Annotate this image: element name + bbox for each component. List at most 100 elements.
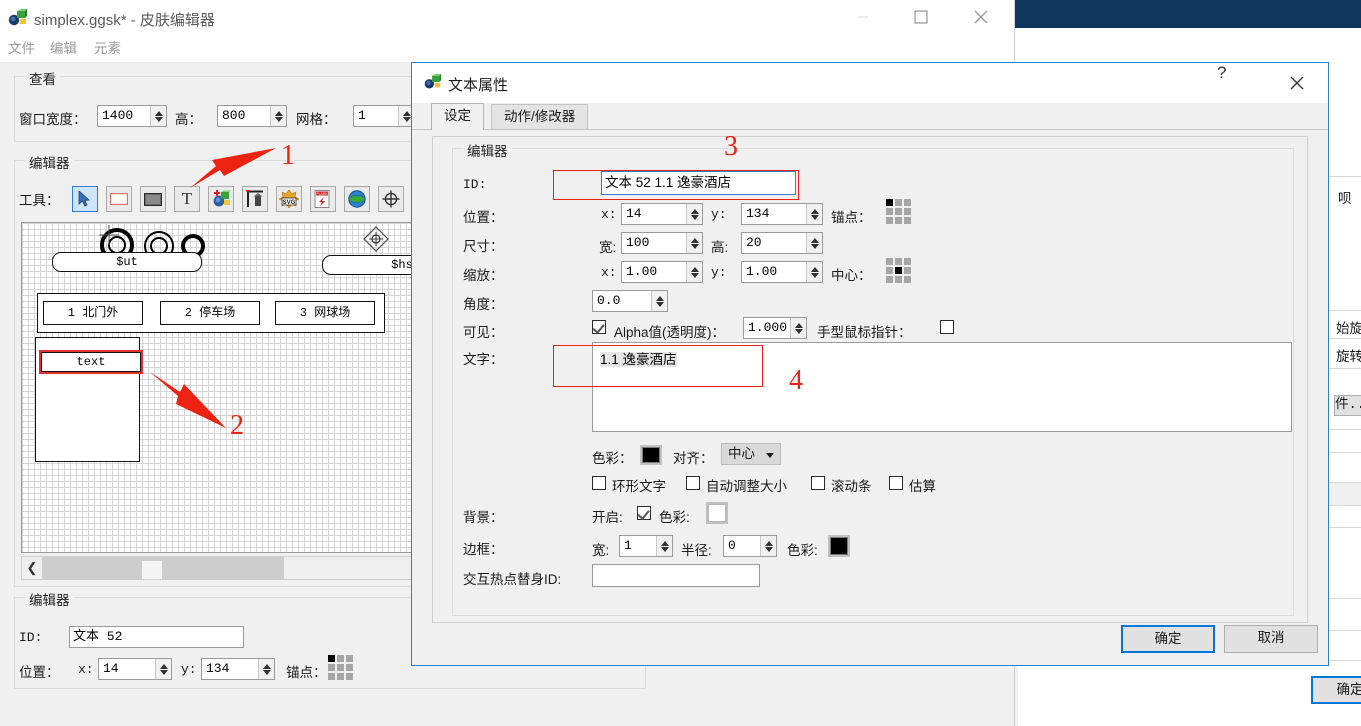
bottom-y-spinner[interactable]: 134 [201, 658, 275, 680]
dialog-scrollbar-checkbox[interactable] [811, 476, 825, 490]
view-height-stepper[interactable] [270, 106, 286, 126]
menu-item-file[interactable]: 文件 [2, 39, 41, 59]
menu-item-element[interactable]: 元素 [88, 39, 127, 59]
dialog-anchor-cell-4[interactable] [895, 208, 902, 215]
dialog-visible-checkbox[interactable] [592, 320, 606, 334]
select-arrow-tool[interactable] [72, 186, 98, 212]
hotspot-tool[interactable] [242, 186, 268, 212]
dialog-anchor-cell-0[interactable] [886, 199, 893, 206]
dialog-anchor-cell-7[interactable] [895, 217, 902, 224]
dialog-cancel-button[interactable]: 取消 [1224, 625, 1318, 653]
window-width-spinner[interactable]: 1400 [97, 105, 167, 127]
dialog-angle-spinner[interactable]: 0.0 [592, 290, 668, 312]
dialog-bg-enable-checkbox[interactable] [637, 506, 651, 520]
dialog-ok-button[interactable]: 确定 [1121, 625, 1215, 653]
add-image-tool[interactable] [208, 186, 234, 212]
target-tool[interactable] [378, 186, 404, 212]
dialog-width-stepper[interactable] [686, 233, 702, 253]
dialog-hand-cursor-checkbox[interactable] [940, 320, 954, 334]
menu-item-edit[interactable]: 编辑 [44, 39, 83, 59]
bottom-y-stepper[interactable] [258, 659, 274, 679]
dialog-autosize-checkbox[interactable] [686, 476, 700, 490]
dialog-hotspot-input[interactable] [592, 564, 760, 587]
dialog-estimate-checkbox[interactable] [889, 476, 903, 490]
anchor-cell-6[interactable] [328, 673, 335, 680]
dialog-scale-y-stepper[interactable] [806, 262, 822, 282]
grid-spinner[interactable]: 1 [353, 105, 415, 127]
window-width-stepper[interactable] [150, 106, 166, 126]
dialog-pos-x-stepper[interactable] [686, 204, 702, 224]
dialog-center-cell-0[interactable] [886, 258, 893, 265]
dialog-center-cell-1[interactable] [895, 258, 902, 265]
dialog-pos-y-stepper[interactable] [806, 204, 822, 224]
dialog-width-spinner[interactable]: 100 [621, 232, 703, 254]
tab-actions-modifiers[interactable]: 动作/修改器 [491, 104, 589, 130]
tab-settings[interactable]: 设定 [431, 103, 484, 130]
maximize-button[interactable] [898, 0, 944, 33]
node-2[interactable]: 2 停车场 [160, 301, 260, 325]
dialog-center-cell-4[interactable] [895, 267, 902, 274]
dialog-anchor-cell-5[interactable] [904, 208, 911, 215]
dialog-border-radius-stepper[interactable] [760, 536, 776, 556]
dialog-help-button[interactable]: ? [1217, 63, 1263, 102]
dialog-border-width-spinner[interactable]: 1 [619, 535, 673, 557]
close-button[interactable] [958, 0, 1004, 33]
scrollbar-thumb[interactable] [142, 561, 162, 579]
dialog-border-radius-spinner[interactable]: 0 [723, 535, 777, 557]
dialog-text-color-swatch[interactable] [640, 445, 662, 465]
dialog-height-stepper[interactable] [806, 233, 822, 253]
bottom-x-stepper[interactable] [155, 659, 171, 679]
dialog-center-cell-6[interactable] [886, 276, 893, 283]
anchor-cell-1[interactable] [337, 655, 344, 662]
dialog-align-combo[interactable]: 中心 [721, 443, 781, 465]
dialog-pos-x-spinner[interactable]: 14 [621, 203, 703, 225]
button-tool[interactable] [140, 186, 166, 212]
anchor-cell-0[interactable] [328, 655, 335, 662]
dialog-anchor-grid[interactable] [886, 199, 911, 224]
dialog-anchor-cell-8[interactable] [904, 217, 911, 224]
dialog-scale-x-spinner[interactable]: 1.00 [621, 261, 703, 283]
bottom-id-input[interactable]: 文本 52 [69, 626, 244, 648]
dialog-bg-color-swatch[interactable] [706, 502, 728, 524]
bottom-x-spinner[interactable]: 14 [98, 658, 172, 680]
minimize-button[interactable] [840, 0, 886, 33]
dialog-height-spinner[interactable]: 20 [741, 232, 823, 254]
scrollbar-track[interactable] [42, 557, 284, 579]
dialog-anchor-cell-3[interactable] [886, 208, 893, 215]
dialog-pos-y-spinner[interactable]: 134 [741, 203, 823, 225]
rectangle-tool[interactable] [106, 186, 132, 212]
view-height-spinner[interactable]: 800 [217, 105, 287, 127]
text-tool[interactable]: T [174, 186, 200, 212]
dialog-center-cell-2[interactable] [904, 258, 911, 265]
dialog-scale-x-stepper[interactable] [686, 262, 702, 282]
dialog-border-width-stepper[interactable] [656, 536, 672, 556]
anchor-cell-7[interactable] [337, 673, 344, 680]
web-tool[interactable] [344, 186, 370, 212]
dialog-anchor-cell-6[interactable] [886, 217, 893, 224]
anchor-cell-4[interactable] [337, 664, 344, 671]
dialog-anchor-cell-2[interactable] [904, 199, 911, 206]
dialog-border-color-swatch[interactable] [828, 535, 850, 557]
dialog-anchor-cell-1[interactable] [895, 199, 902, 206]
dialog-scale-y-spinner[interactable]: 1.00 [741, 261, 823, 283]
node-1[interactable]: 1 北门外 [43, 301, 143, 325]
dialog-center-grid[interactable] [886, 258, 911, 283]
dialog-alpha-spinner[interactable]: 1.000 [743, 317, 807, 339]
right-panel-file-button[interactable]: 件... [1334, 395, 1361, 416]
ut-bar[interactable]: $ut [52, 252, 202, 272]
node-3[interactable]: 3 网球场 [275, 301, 375, 325]
dialog-center-cell-8[interactable] [904, 276, 911, 283]
anchor-cell-5[interactable] [346, 664, 353, 671]
scroll-left-arrow-icon[interactable]: ❮ [22, 560, 42, 576]
svg-tool[interactable]: SVG [276, 186, 302, 212]
dialog-alpha-stepper[interactable] [790, 318, 806, 338]
dialog-ring-text-checkbox[interactable] [592, 476, 606, 490]
bottom-anchor-grid[interactable] [328, 655, 353, 680]
right-panel-ok-button[interactable]: 确定 [1311, 676, 1361, 704]
anchor-cell-3[interactable] [328, 664, 335, 671]
anchor-cell-2[interactable] [346, 655, 353, 662]
flash-tool[interactable]: FLASH [310, 186, 336, 212]
anchor-cell-8[interactable] [346, 673, 353, 680]
dialog-center-cell-7[interactable] [895, 276, 902, 283]
dialog-angle-stepper[interactable] [651, 291, 667, 311]
